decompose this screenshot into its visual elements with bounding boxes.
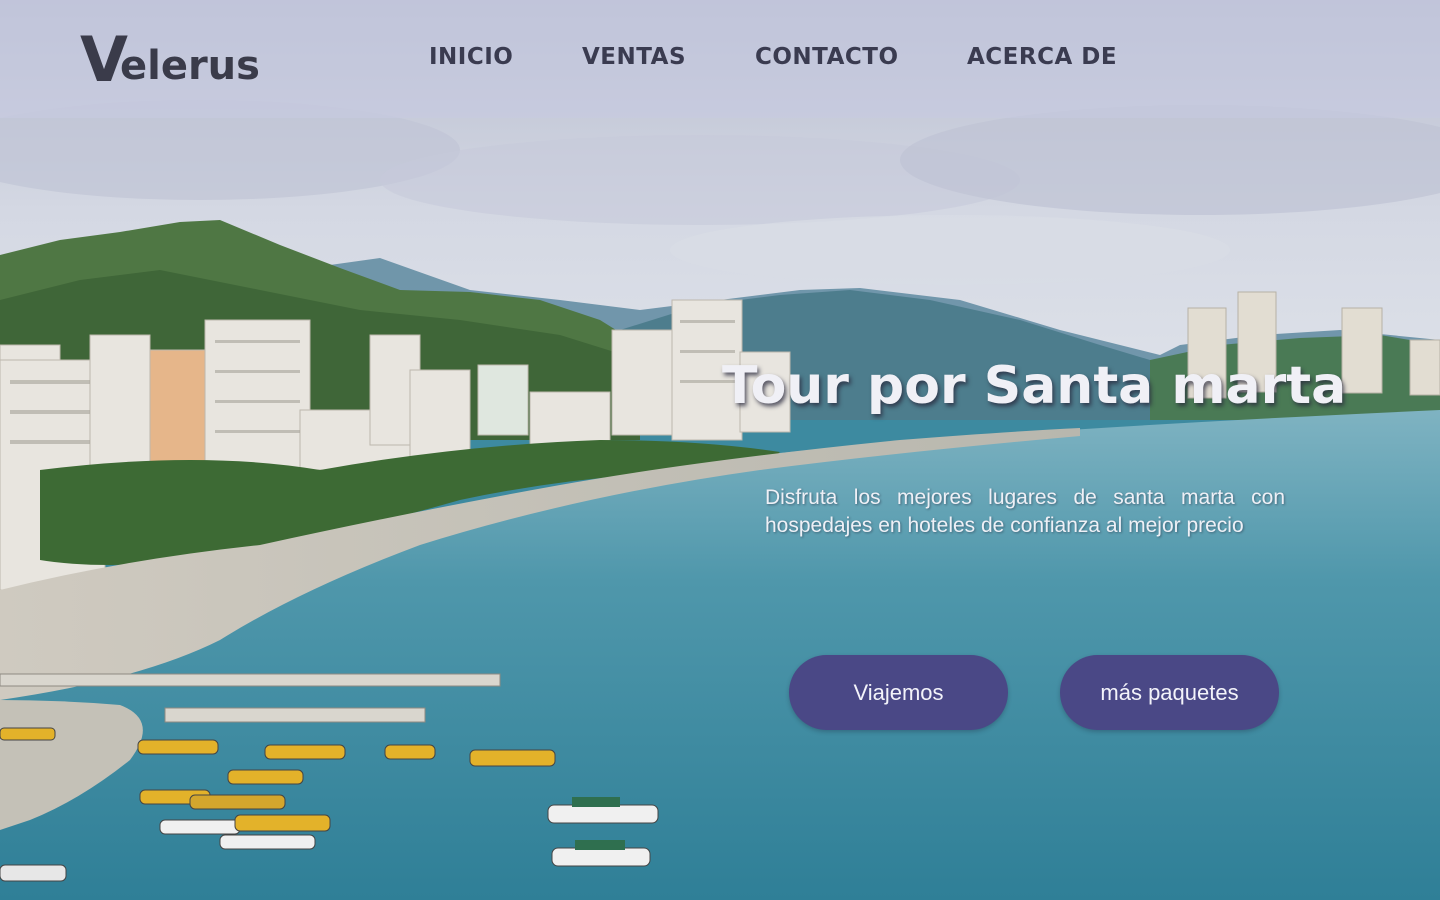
nav-link-contacto[interactable]: CONTACTO <box>755 44 899 70</box>
viajemos-button[interactable]: Viajemos <box>789 655 1008 730</box>
hero-background-image <box>0 0 1440 900</box>
nav-link-acerca-de[interactable]: ACERCA DE <box>967 44 1117 70</box>
mas-paquetes-button[interactable]: más paquetes <box>1060 655 1279 730</box>
hero-title: Tour por Santa marta <box>722 356 1347 416</box>
hero-description: Disfruta los mejores lugares de santa ma… <box>765 486 1285 537</box>
top-navbar: V elerus INICIO VENTAS CONTACTO ACERCA D… <box>0 0 1440 118</box>
nav-link-inicio[interactable]: INICIO <box>429 44 513 70</box>
main-nav: INICIO VENTAS CONTACTO ACERCA DE <box>0 0 1440 118</box>
landing-page: V elerus INICIO VENTAS CONTACTO ACERCA D… <box>0 0 1440 900</box>
nav-link-ventas[interactable]: VENTAS <box>582 44 686 70</box>
